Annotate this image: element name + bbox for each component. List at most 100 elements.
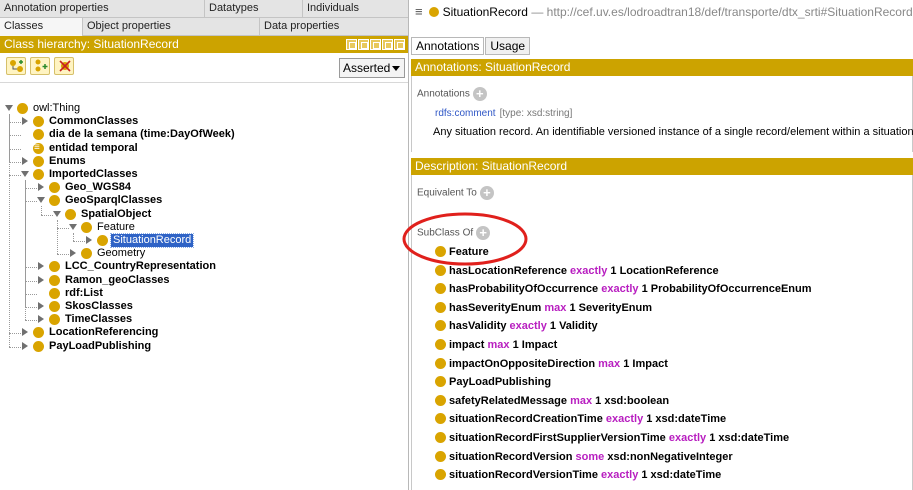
- tree-node-label: LocationReferencing: [49, 326, 159, 339]
- tree-connector: [25, 201, 37, 203]
- description-header: Description: SituationRecord: [411, 158, 913, 175]
- maximize-view-icon[interactable]: [382, 39, 393, 50]
- minimize-view-icon[interactable]: [370, 39, 381, 50]
- class-expression-text: situationRecordFirstSupplierVersionTime: [449, 432, 669, 444]
- tab-row-1: Annotation properties Datatypes Individu…: [0, 0, 408, 18]
- class-icon: [49, 195, 60, 207]
- class-icon: [33, 340, 44, 352]
- tree-connector: [57, 254, 69, 256]
- expand-closed-icon[interactable]: [38, 315, 44, 324]
- tab-annotation-properties[interactable]: Annotation properties: [0, 0, 205, 18]
- expand-open-icon[interactable]: [53, 210, 61, 217]
- restriction-keyword: exactly: [601, 283, 639, 296]
- expand-open-icon[interactable]: [69, 223, 77, 230]
- expand-closed-icon[interactable]: [38, 275, 44, 284]
- superclass-row[interactable]: hasLocationReference exactly 1 LocationR…: [435, 264, 719, 279]
- hierarchy-mode-select[interactable]: Asserted: [339, 58, 405, 78]
- tree-node-label: owl:Thing: [33, 102, 81, 114]
- annotation-value: Any situation record. An identifiable ve…: [433, 126, 913, 138]
- superclass-row[interactable]: hasProbabilityOfOccurrence exactly 1 Pro…: [435, 282, 812, 297]
- tab-datatypes[interactable]: Datatypes: [205, 0, 303, 18]
- expand-open-icon[interactable]: [37, 197, 45, 204]
- delete-class-icon[interactable]: [54, 57, 74, 75]
- class-icon: [435, 450, 446, 462]
- class-expression-text: hasSeverityEnum: [449, 301, 545, 314]
- add-annotation-icon[interactable]: +: [472, 87, 487, 101]
- entity-title-bar: ≡ SituationRecord — http://cef.uv.es/lodr…: [409, 0, 913, 24]
- annotation-property[interactable]: rdfs:comment [type: xsd:string]: [435, 108, 572, 119]
- expand-closed-icon[interactable]: [22, 117, 28, 126]
- superclass-row[interactable]: situationRecordVersionTime exactly 1 xsd…: [435, 468, 721, 483]
- superclass-row[interactable]: impact max 1 Impact: [435, 338, 557, 353]
- expand-closed-icon[interactable]: [22, 328, 28, 337]
- expand-open-icon[interactable]: [5, 105, 13, 111]
- class-expression-text: 1 SeverityEnum: [566, 301, 652, 314]
- superclass-row[interactable]: hasValidity exactly 1 Validity: [435, 319, 598, 334]
- class-expression-text: hasValidity: [449, 320, 510, 333]
- tree-node-label: ImportedClasses: [49, 168, 138, 180]
- entity-title: SituationRecord: [442, 5, 528, 19]
- superclass-row[interactable]: impactOnOppositeDirection max 1 Impact: [435, 357, 668, 372]
- class-expression-text: 1 xsd:dateTime: [643, 413, 727, 426]
- superclass-row[interactable]: safetyRelatedMessage max 1 xsd:boolean: [435, 394, 669, 409]
- expand-closed-icon[interactable]: [86, 236, 92, 244]
- restriction-keyword: exactly: [668, 432, 707, 444]
- tree-connector: [9, 346, 21, 348]
- class-icon: [97, 235, 108, 246]
- class-icon: [435, 264, 446, 276]
- class-icon: [65, 208, 76, 220]
- tree-connector: [57, 219, 58, 255]
- expand-closed-icon[interactable]: [70, 249, 76, 258]
- class-icon: [49, 261, 60, 273]
- superclass-row[interactable]: situationRecordCreationTime exactly 1 xs…: [435, 412, 726, 427]
- superclass-row[interactable]: Feature: [435, 245, 489, 260]
- expand-closed-icon[interactable]: [38, 183, 44, 192]
- superclass-row[interactable]: hasSeverityEnum max 1 SeverityEnum: [435, 301, 652, 316]
- tree-node-label: SpatialObject: [81, 207, 152, 220]
- tree-node-label: dia de la semana (time:DayOfWeek): [49, 128, 235, 141]
- help-view-icon[interactable]: [346, 39, 357, 50]
- class-icon: [49, 274, 60, 286]
- tree-connector: [25, 320, 37, 322]
- class-icon: [435, 301, 446, 313]
- tab-data-properties[interactable]: Data properties: [260, 18, 408, 36]
- sync-view-icon[interactable]: [358, 39, 369, 50]
- restriction-keyword: max: [598, 357, 621, 370]
- superclass-row[interactable]: situationRecordVersion some xsd:nonNegat…: [435, 450, 733, 465]
- tree-node-label: SituationRecord: [109, 233, 195, 248]
- annotation-type: [type: xsd:string]: [499, 108, 573, 119]
- superclass-row[interactable]: situationRecordFirstSupplierVersionTime …: [435, 431, 789, 446]
- class-expression-text: situationRecordVersionTime: [449, 469, 602, 482]
- superclass-row[interactable]: PayLoadPublishing: [435, 375, 551, 390]
- class-icon: [435, 283, 446, 295]
- tab-annotations[interactable]: Annotations: [411, 37, 485, 55]
- class-expression-text: situationRecordVersion: [449, 450, 576, 463]
- menu-icon[interactable]: ≡: [415, 0, 423, 24]
- tree-node-label: Geometry: [97, 247, 146, 260]
- restriction-keyword: exactly: [509, 320, 547, 333]
- class-icon: [17, 103, 28, 114]
- tab-object-properties[interactable]: Object properties: [83, 18, 260, 36]
- expand-closed-icon[interactable]: [38, 262, 44, 271]
- tab-classes[interactable]: Classes: [0, 18, 83, 36]
- expand-open-icon[interactable]: [21, 171, 29, 177]
- class-expression-text: Feature: [449, 246, 489, 258]
- add-superclass-icon[interactable]: +: [476, 226, 491, 240]
- expand-closed-icon[interactable]: [38, 302, 44, 310]
- add-equivalent-icon[interactable]: +: [479, 186, 494, 200]
- add-sibling-icon[interactable]: [30, 57, 50, 75]
- class-expression-text: hasLocationReference: [449, 264, 571, 277]
- add-subclass-icon[interactable]: [6, 57, 26, 75]
- expand-closed-icon[interactable]: [22, 156, 28, 165]
- tree-node-label: GeoSparqlClasses: [65, 194, 163, 207]
- expand-closed-icon[interactable]: [22, 341, 28, 350]
- close-view-icon[interactable]: [394, 39, 405, 50]
- tree-connector: [9, 175, 21, 176]
- tree-connector: [9, 148, 21, 150]
- tree-connector: [73, 232, 74, 241]
- class-tree: owl:Thing CommonClasses dia de la semana (…: [0, 96, 408, 490]
- class-expression-text: 1 ProbabilityOfOccurrenceEnum: [638, 283, 812, 296]
- tab-usage[interactable]: Usage: [485, 37, 531, 55]
- tab-individuals[interactable]: Individuals: [303, 0, 408, 18]
- class-icon: [81, 248, 92, 260]
